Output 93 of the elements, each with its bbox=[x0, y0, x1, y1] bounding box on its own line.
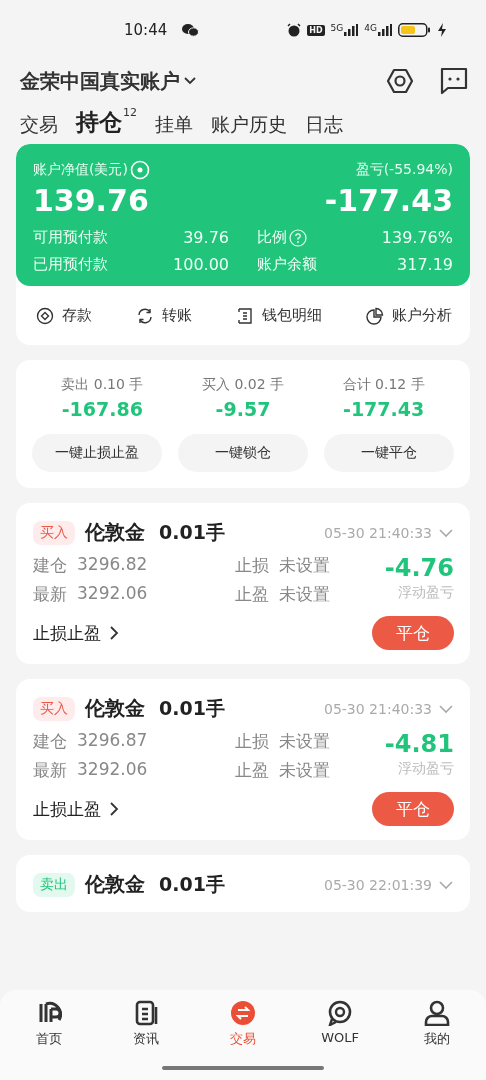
quick-action-button[interactable]: 一键平仓 bbox=[324, 434, 454, 472]
nav-tab[interactable]: 首页 bbox=[18, 1000, 79, 1080]
pnl-value: -177.43 bbox=[324, 182, 453, 220]
pnl-value: -167.86 bbox=[61, 398, 143, 420]
lot-size: 0.01手 bbox=[159, 871, 225, 897]
symbol-name: 伦敦金 bbox=[85, 871, 145, 898]
refresh-icon[interactable] bbox=[136, 306, 154, 325]
lot-size: 0.01手 bbox=[159, 695, 225, 721]
stop-loss-link[interactable]: 止损止盈 bbox=[33, 797, 101, 821]
lots-label: 合计 0.12 手 bbox=[342, 376, 425, 394]
pnl-value: -177.43 bbox=[343, 398, 425, 420]
quick-action-button[interactable]: 一键锁仓 bbox=[178, 434, 308, 472]
exchange-icon bbox=[229, 1000, 256, 1026]
pnl-value: -9.57 bbox=[215, 398, 271, 420]
lots-label: 买入 0.02 手 bbox=[201, 376, 284, 394]
location-pin-icon bbox=[327, 1000, 354, 1026]
chevron-down-icon bbox=[183, 76, 197, 86]
field-value: 3292.06 bbox=[77, 759, 149, 781]
field-label: 最新 bbox=[33, 583, 67, 606]
coin-icon[interactable] bbox=[36, 306, 54, 325]
chevron-right-icon[interactable] bbox=[109, 625, 119, 641]
hd-label: HD bbox=[307, 24, 325, 36]
tab-count-label: 12 bbox=[123, 107, 137, 119]
field-label: 止损 bbox=[235, 554, 269, 577]
field-value: 3296.82 bbox=[77, 554, 149, 576]
field-value: 未设置 bbox=[279, 583, 330, 606]
pie-chart-icon[interactable] bbox=[366, 306, 384, 325]
action-link[interactable]: 转账 bbox=[162, 306, 192, 325]
side-tag: 买入 bbox=[33, 520, 75, 545]
field-label: 建仓 bbox=[33, 730, 67, 753]
pnl-value: -4.81 bbox=[384, 730, 454, 758]
open-time: 05-30 21:40:33 bbox=[324, 700, 432, 717]
action-link[interactable]: 钱包明细 bbox=[262, 306, 322, 325]
nav-tab[interactable]: 资讯 bbox=[115, 1000, 176, 1080]
stat-label: 已用预付款 bbox=[33, 255, 108, 274]
tab[interactable]: 账户历史 bbox=[211, 112, 287, 144]
nav-tab[interactable]: 交易 bbox=[212, 1000, 273, 1080]
pnl-label: 浮动盈亏 bbox=[398, 760, 454, 778]
network-label: 4G bbox=[364, 24, 377, 33]
battery-icon bbox=[398, 23, 432, 37]
field-value: 未设置 bbox=[279, 759, 330, 782]
quick-action-button[interactable]: 一键止损止盈 bbox=[32, 434, 162, 472]
stat-value: 139.76% bbox=[381, 228, 453, 247]
nav-tab[interactable]: WOLF bbox=[310, 1000, 371, 1080]
tab[interactable]: 持仓 bbox=[76, 107, 122, 144]
user-icon bbox=[424, 1000, 451, 1026]
stat-label: 比例 bbox=[257, 228, 287, 247]
chevron-right-icon[interactable] bbox=[109, 801, 119, 817]
field-value: 3296.87 bbox=[77, 730, 149, 752]
action-link[interactable]: 账户分析 bbox=[392, 306, 452, 325]
nav-tab[interactable]: 我的 bbox=[407, 1000, 468, 1080]
equity-label: 账户净值(美元) bbox=[33, 161, 128, 179]
network-label: 5G bbox=[330, 24, 344, 33]
side-tag: 买入 bbox=[33, 696, 75, 721]
field-label: 止盈 bbox=[235, 583, 269, 606]
field-value: 未设置 bbox=[279, 730, 330, 753]
symbol-name: 伦敦金 bbox=[85, 519, 145, 546]
open-time: 05-30 21:40:33 bbox=[324, 524, 432, 541]
signal-icon bbox=[378, 24, 392, 36]
lots-label: 卖出 0.10 手 bbox=[61, 376, 144, 394]
settings-icon[interactable] bbox=[386, 67, 414, 95]
action-link[interactable]: 存款 bbox=[62, 306, 92, 325]
charging-icon bbox=[438, 23, 446, 37]
field-label: 止损 bbox=[235, 730, 269, 753]
alarm-icon bbox=[287, 23, 302, 37]
stat-value: 39.76 bbox=[183, 228, 229, 247]
tab[interactable]: 日志 bbox=[305, 112, 343, 144]
receipt-icon[interactable] bbox=[236, 306, 254, 325]
open-time: 05-30 22:01:39 bbox=[324, 876, 432, 893]
pnl-label: 盈亏(-55.94%) bbox=[355, 161, 453, 179]
pnl-label: 浮动盈亏 bbox=[398, 584, 454, 602]
lot-size: 0.01手 bbox=[159, 519, 225, 545]
account-selector[interactable]: 金荣中国真实账户 bbox=[20, 67, 180, 95]
stat-value: 100.00 bbox=[173, 255, 229, 274]
symbol-name: 伦敦金 bbox=[85, 695, 145, 722]
signal-icon bbox=[344, 24, 359, 36]
tab[interactable]: 交易 bbox=[20, 112, 58, 144]
pnl-value: -4.76 bbox=[384, 554, 454, 582]
field-label: 最新 bbox=[33, 759, 67, 782]
stat-label: 账户余额 bbox=[257, 255, 317, 274]
stop-loss-link[interactable]: 止损止盈 bbox=[33, 621, 101, 645]
field-label: 建仓 bbox=[33, 554, 67, 577]
field-value: 3292.06 bbox=[77, 583, 149, 605]
status-time: 10:44 bbox=[124, 21, 168, 39]
chat-icon bbox=[181, 23, 200, 37]
field-value: 未设置 bbox=[279, 554, 330, 577]
field-label: 止盈 bbox=[235, 759, 269, 782]
tab[interactable]: 挂单 bbox=[155, 112, 193, 144]
side-tag: 卖出 bbox=[33, 872, 75, 897]
stat-label: 可用预付款 bbox=[33, 228, 108, 247]
message-icon[interactable] bbox=[440, 67, 468, 95]
equity-value: 139.76 bbox=[33, 182, 149, 220]
stat-value: 317.19 bbox=[397, 255, 453, 274]
